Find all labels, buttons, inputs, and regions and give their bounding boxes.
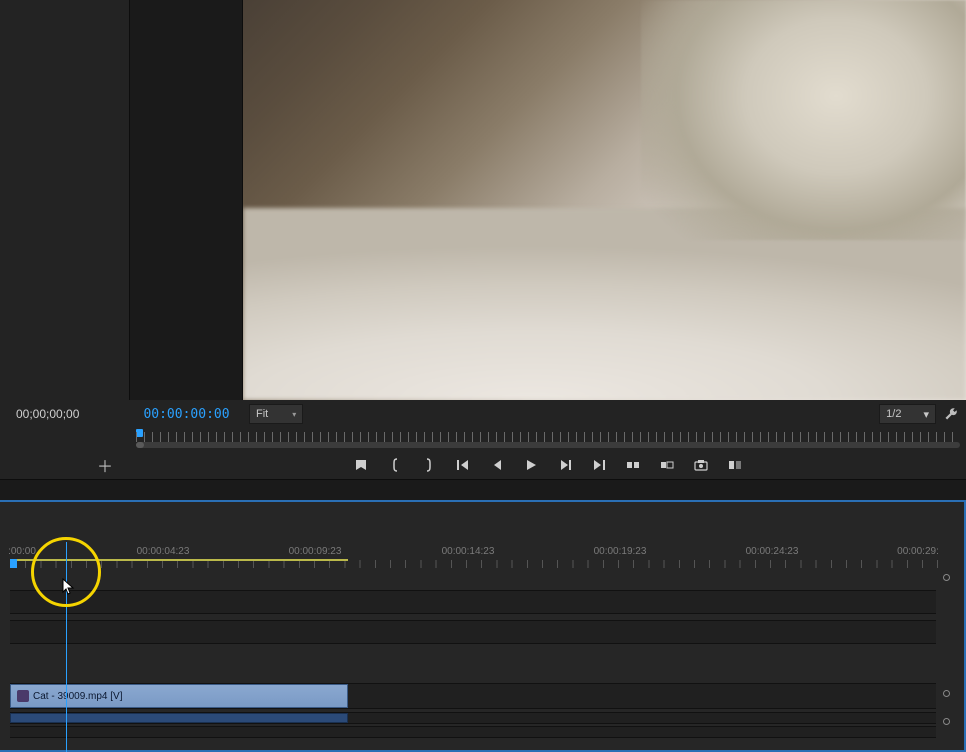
go-to-out-icon[interactable] bbox=[591, 457, 607, 473]
audio-track-a2[interactable] bbox=[10, 726, 936, 738]
monitor-ruler[interactable] bbox=[130, 428, 966, 450]
clip-label: Cat - 39009.mp4 [V] bbox=[33, 691, 123, 702]
step-forward-icon[interactable] bbox=[557, 457, 573, 473]
chevron-down-icon: ▾ bbox=[923, 408, 929, 421]
step-back-icon[interactable] bbox=[489, 457, 505, 473]
work-area-bar[interactable] bbox=[10, 559, 348, 561]
monitor-ruler-row bbox=[0, 428, 966, 450]
timeline-ruler-ticks bbox=[10, 560, 944, 568]
monitor-zoom-knob[interactable] bbox=[136, 442, 144, 448]
go-to-in-icon[interactable] bbox=[455, 457, 471, 473]
video-track-v2[interactable] bbox=[10, 620, 936, 644]
timeline-panel: :00:00 00:00:04:23 00:00:09:23 00:00:14:23 0… bbox=[0, 500, 966, 752]
in-bracket-icon[interactable] bbox=[387, 457, 403, 473]
timeline-ruler-label: 00:00:19:23 bbox=[594, 546, 647, 557]
resolution-label: 1/2 bbox=[886, 408, 901, 420]
transport-controls bbox=[130, 450, 966, 479]
chevron-down-icon: ▾ bbox=[292, 410, 296, 419]
video-clip[interactable]: Cat - 39009.mp4 [V] bbox=[10, 684, 348, 708]
source-panel-dark bbox=[0, 0, 130, 400]
source-timecode[interactable]: 00;00;00;00 bbox=[0, 407, 130, 421]
insert-icon[interactable] bbox=[625, 457, 641, 473]
resolution-dropdown[interactable]: 1/2 ▾ bbox=[879, 404, 936, 424]
play-icon[interactable] bbox=[523, 457, 539, 473]
monitor-zoom-scrollbar[interactable] bbox=[136, 442, 960, 448]
source-panel-gap bbox=[130, 0, 243, 400]
timeline-ruler-label: 00:00:09:23 bbox=[289, 546, 342, 557]
track-scroll-top-knob[interactable] bbox=[943, 574, 950, 581]
settings-wrench-icon[interactable] bbox=[942, 405, 960, 423]
timeline-ruler-label: 00:00:04:23 bbox=[137, 546, 190, 557]
monitor-ruler-ticks bbox=[136, 432, 960, 442]
overwrite-icon[interactable] bbox=[659, 457, 675, 473]
program-timecode[interactable]: 00:00:00:00 bbox=[130, 407, 243, 422]
timeline-playhead-handle[interactable] bbox=[10, 559, 17, 568]
timeline-tracks: Cat - 39009.mp4 [V] bbox=[0, 568, 964, 748]
audio-track-a1[interactable] bbox=[10, 712, 936, 724]
timeline-ruler[interactable]: :00:00 00:00:04:23 00:00:09:23 00:00:14:23 0… bbox=[0, 542, 964, 568]
export-frame-icon[interactable] bbox=[693, 457, 709, 473]
comparison-view-icon[interactable] bbox=[727, 457, 743, 473]
video-track-v3[interactable] bbox=[10, 590, 936, 614]
monitor-controls-right: Fit ▾ 1/2 ▾ bbox=[243, 404, 966, 424]
timeline-ruler-label: :00:00 bbox=[8, 546, 36, 557]
audio-clip[interactable] bbox=[10, 713, 348, 723]
monitor-row bbox=[0, 0, 966, 400]
timeline-ruler-label: 00:00:24:23 bbox=[746, 546, 799, 557]
zoom-fit-label: Fit bbox=[256, 408, 268, 420]
timeline-ruler-label: 00:00:29: bbox=[897, 546, 939, 557]
fx-badge-icon bbox=[17, 690, 29, 702]
track-scroll-bottom-knob[interactable] bbox=[943, 718, 950, 725]
program-monitor[interactable] bbox=[243, 0, 966, 400]
transport-row: ＋ bbox=[0, 450, 966, 480]
mark-in-icon[interactable] bbox=[353, 457, 369, 473]
timeline-ruler-label: 00:00:14:23 bbox=[442, 546, 495, 557]
video-preview-frame bbox=[243, 0, 966, 400]
video-track-v1[interactable]: Cat - 39009.mp4 [V] bbox=[10, 683, 936, 709]
timeline-playhead-line bbox=[66, 542, 67, 752]
monitor-controls-row: 00;00;00;00 00:00:00:00 Fit ▾ 1/2 ▾ bbox=[0, 400, 966, 428]
zoom-fit-dropdown[interactable]: Fit ▾ bbox=[249, 404, 303, 424]
add-marker-button[interactable]: ＋ bbox=[96, 456, 114, 474]
timeline-ruler-labels: :00:00 00:00:04:23 00:00:09:23 00:00:14:23 0… bbox=[0, 546, 944, 558]
track-scroll-mid-knob[interactable] bbox=[943, 690, 950, 697]
panel-divider[interactable] bbox=[0, 480, 966, 500]
out-bracket-icon[interactable] bbox=[421, 457, 437, 473]
